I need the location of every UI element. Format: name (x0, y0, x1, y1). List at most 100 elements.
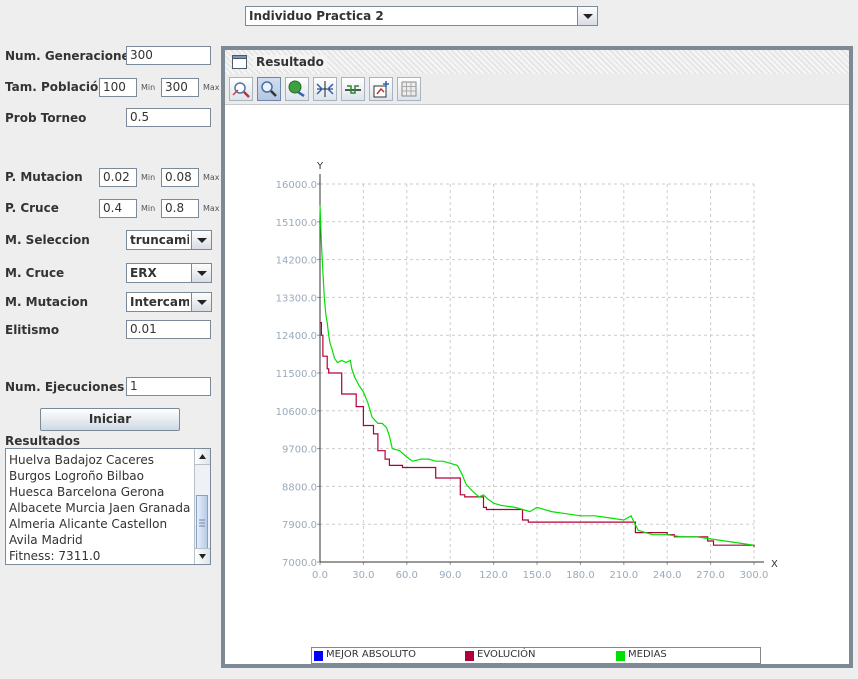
label-p-cruce: P. Cruce (5, 201, 59, 215)
num-generaciones-field[interactable]: 300 (126, 46, 211, 65)
x-tick-label: 30.0 (352, 570, 374, 581)
result-line: Fitness: 7311.0 (9, 549, 101, 563)
x-tick-label: 150.0 (523, 570, 552, 581)
zoom-in-icon[interactable] (229, 77, 253, 101)
x-tick-label: 300.0 (740, 570, 769, 581)
label-elitismo: Elitismo (5, 323, 60, 337)
x-tick-label: 120.0 (479, 570, 508, 581)
zoom-icon[interactable] (257, 77, 281, 101)
individual-select-value: Individuo Practica 2 (249, 9, 384, 23)
min-label: Min (141, 173, 156, 182)
legend-swatch-medias (616, 651, 625, 661)
result-frame: Resultado 0.0 30.0 60.0 90.0 120.0 150.0 180.0… (221, 46, 853, 668)
prob-torneo-field[interactable]: 0.5 (126, 108, 211, 127)
y-tick-label: 14200.0 (276, 256, 317, 267)
x-tick-label: 90.0 (439, 570, 461, 581)
result-line: Avila Madrid (9, 533, 83, 547)
label-num-generaciones: Num. Generaciones (5, 49, 137, 63)
label-p-mutacion: P. Mutacion (5, 170, 83, 184)
min-label: Min (141, 83, 156, 92)
p-cruce-max-field[interactable]: 0.8 (161, 199, 199, 218)
max-label: Max (203, 204, 220, 213)
x-tick-label: 210.0 (609, 570, 638, 581)
results-list[interactable]: Huelva Badajoz Caceres Burgos Logroño Bil… (5, 448, 211, 565)
results-lines: Huelva Badajoz Caceres Burgos Logroño Bil… (9, 452, 194, 564)
y-tick-label: 7900.0 (282, 520, 317, 531)
y-axis-label: Y (316, 161, 324, 172)
legend-swatch-mejor (314, 651, 323, 661)
label-resultados: Resultados (5, 434, 80, 448)
label-num-ejecuciones: Num. Ejecuciones (5, 380, 125, 394)
y-tick-label: 9700.0 (282, 445, 317, 456)
chevron-down-icon[interactable] (577, 7, 597, 25)
y-tick-label: 15100.0 (276, 218, 317, 229)
pan-icon[interactable] (285, 77, 309, 101)
y-tick-label: 10600.0 (276, 407, 317, 418)
m-cruce-value: ERX (130, 266, 157, 280)
scroll-down-icon[interactable] (195, 548, 210, 564)
y-tick-label: 11500.0 (276, 369, 317, 380)
y-tick-label: 12400.0 (276, 331, 317, 342)
chart-toolbar (225, 74, 849, 105)
tick-labels: 0.0 30.0 60.0 90.0 120.0 150.0 180.0 210.0 240.0… (276, 180, 769, 581)
x-axis-label: X (771, 559, 778, 570)
y-tick-label: 13300.0 (276, 293, 317, 304)
x-tick-label: 180.0 (566, 570, 595, 581)
label-m-mutacion: M. Mutacion (5, 295, 89, 309)
label-m-seleccion: M. Seleccion (5, 233, 90, 247)
num-ejecuciones-field[interactable]: 1 (126, 377, 211, 396)
legend-mejor-absoluto: MEJOR ABSOLUTO (326, 649, 417, 660)
max-label: Max (203, 173, 220, 182)
result-line: Almeria Alicante Castellon (9, 517, 168, 531)
axes (317, 174, 764, 565)
series-line-evolucion (320, 322, 755, 548)
iniciar-button[interactable]: Iniciar (40, 408, 180, 431)
elitismo-field[interactable]: 0.01 (126, 320, 211, 339)
p-mutacion-max-field[interactable]: 0.08 (161, 168, 199, 187)
scroll-up-icon[interactable] (195, 449, 210, 465)
chart-legend: MEJOR ABSOLUTO EVOLUCIÓN MEDIAS (311, 647, 761, 664)
chevron-down-icon[interactable] (191, 293, 211, 311)
scroll-thumb[interactable] (196, 495, 208, 551)
window-icon (232, 55, 247, 69)
label-m-cruce: M. Cruce (5, 266, 65, 280)
result-line: Huesca Barcelona Gerona (9, 485, 165, 499)
x-tick-label: 60.0 (396, 570, 418, 581)
chevron-down-icon[interactable] (191, 231, 211, 249)
legend-evolucion: EVOLUCIÓN (477, 649, 536, 660)
tam-poblacion-max-field[interactable]: 300 (161, 78, 199, 97)
tam-poblacion-min-field[interactable]: 100 (99, 78, 137, 97)
result-titlebar[interactable]: Resultado (225, 50, 849, 75)
legend-swatch-evolucion (465, 651, 474, 661)
m-seleccion-select[interactable]: truncami... (126, 230, 212, 250)
export-icon[interactable] (369, 77, 393, 101)
p-mutacion-min-field[interactable]: 0.02 (99, 168, 137, 187)
min-label: Min (141, 204, 156, 213)
m-mutacion-select[interactable]: Intercam... (126, 292, 212, 312)
y-tick-label: 7000.0 (282, 558, 317, 569)
axes-icon[interactable] (341, 77, 365, 101)
y-tick-label: 8800.0 (282, 482, 317, 493)
x-tick-label: 0.0 (312, 570, 328, 581)
gridlines (320, 183, 755, 562)
results-scrollbar[interactable] (194, 449, 210, 564)
m-mutacion-value: Intercam... (130, 295, 189, 309)
chevron-down-icon[interactable] (191, 264, 211, 282)
result-line: Burgos Logroño Bilbao (9, 469, 145, 483)
label-tam-poblacion: Tam. Población (5, 80, 107, 94)
result-line: Albacete Murcia Jaen Granada (9, 501, 191, 515)
x-tick-label: 270.0 (696, 570, 725, 581)
result-title: Resultado (253, 55, 327, 69)
grid-icon[interactable] (397, 77, 421, 101)
max-label: Max (203, 83, 220, 92)
label-prob-torneo: Prob Torneo (5, 111, 87, 125)
x-tick-label: 240.0 (653, 570, 682, 581)
p-cruce-min-field[interactable]: 0.4 (99, 199, 137, 218)
legend-medias: MEDIAS (628, 649, 667, 660)
plot-area[interactable]: 0.0 30.0 60.0 90.0 120.0 150.0 180.0 210.0 240.0… (225, 105, 849, 643)
result-line: Huelva Badajoz Caceres (9, 453, 154, 467)
m-cruce-select[interactable]: ERX (126, 263, 212, 283)
y-tick-label: 16000.0 (276, 180, 317, 191)
fit-icon[interactable] (313, 77, 337, 101)
individual-select[interactable]: Individuo Practica 2 (245, 6, 598, 26)
